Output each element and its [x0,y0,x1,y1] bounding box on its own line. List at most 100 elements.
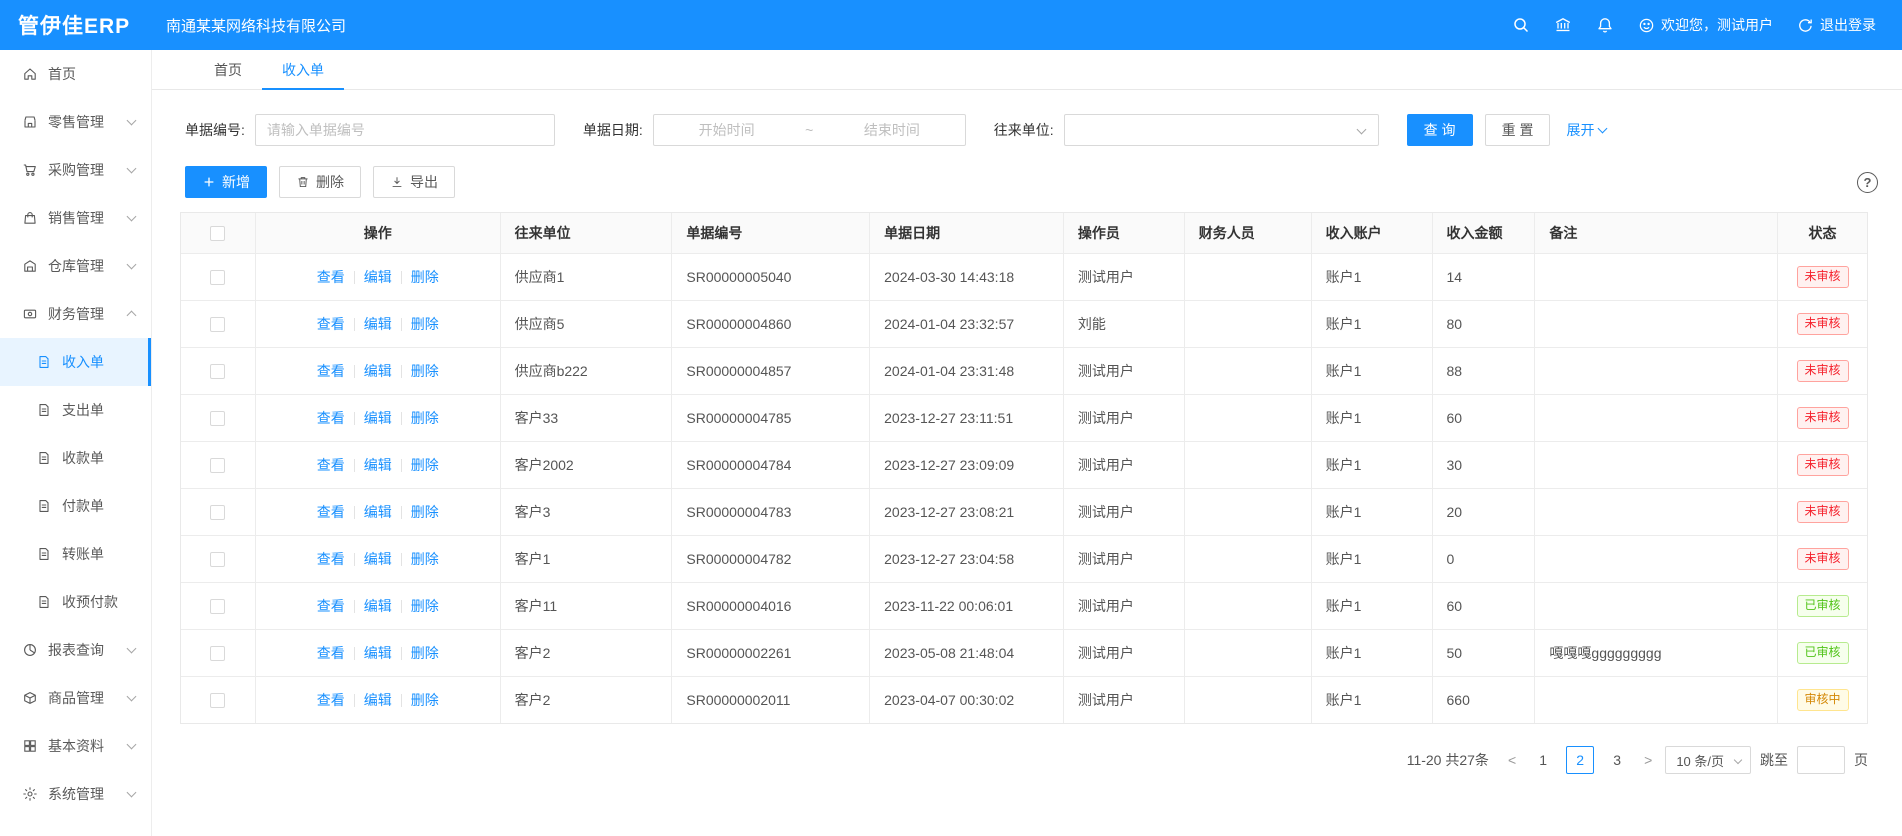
help-icon[interactable]: ? [1857,172,1878,193]
page-button-2-current[interactable]: 2 [1566,746,1594,774]
search-button[interactable]: 查 询 [1407,114,1473,146]
row-checkbox[interactable] [210,505,225,520]
view-link[interactable]: 查看 [317,690,345,710]
add-button[interactable]: 新增 [185,166,267,198]
delete-button[interactable]: 删除 [279,166,361,198]
partner-select[interactable] [1064,114,1379,146]
status-badge: 未审核 [1797,360,1849,382]
row-checkbox[interactable] [210,364,225,379]
doc-no-input[interactable] [255,114,555,146]
view-link[interactable]: 查看 [317,643,345,663]
divider [354,600,355,613]
bell-icon[interactable] [1596,16,1614,34]
cell-account: 账户1 [1312,583,1433,629]
edit-link[interactable]: 编辑 [364,361,392,381]
date-start-input[interactable] [662,122,792,138]
view-link[interactable]: 查看 [317,408,345,428]
row-checkbox[interactable] [210,458,225,473]
view-link[interactable]: 查看 [317,361,345,381]
tab-home[interactable]: 首页 [194,50,262,89]
cell-date: 2023-12-27 23:04:58 [870,536,1064,582]
sidebar-item-label: 收款单 [62,448,104,468]
edit-link[interactable]: 编辑 [364,643,392,663]
edit-link[interactable]: 编辑 [364,408,392,428]
search-icon[interactable] [1512,16,1530,34]
status-badge: 已审核 [1797,642,1849,664]
money-icon [22,306,38,322]
divider [354,318,355,331]
cell-account: 账户1 [1312,442,1433,488]
row-checkbox[interactable] [210,317,225,332]
page-button-1[interactable]: 1 [1529,746,1557,774]
jump-page-input[interactable] [1797,746,1845,774]
delete-link[interactable]: 删除 [411,690,439,710]
edit-link[interactable]: 编辑 [364,690,392,710]
delete-link[interactable]: 删除 [411,549,439,569]
sidebar-item-retail[interactable]: 零售管理 [0,98,151,146]
row-checkbox[interactable] [210,552,225,567]
cell-remark [1535,254,1778,300]
export-button[interactable]: 导出 [373,166,455,198]
sidebar-item-system[interactable]: 系统管理 [0,770,151,818]
tab-income-doc[interactable]: 收入单 [262,50,344,89]
sidebar-item-finance[interactable]: 财务管理 [0,290,151,338]
expand-link[interactable]: 展开 [1566,120,1606,140]
row-checkbox[interactable] [210,646,225,661]
sidebar-item-transfer-doc[interactable]: 转账单 [0,530,151,578]
row-checkbox[interactable] [210,270,225,285]
sidebar-item-reports[interactable]: 报表查询 [0,626,151,674]
cell-account: 账户1 [1312,301,1433,347]
reset-button[interactable]: 重 置 [1485,114,1551,146]
sidebar-item-label: 付款单 [62,496,104,516]
sidebar-item-goods[interactable]: 商品管理 [0,674,151,722]
delete-link[interactable]: 删除 [411,408,439,428]
delete-link[interactable]: 删除 [411,267,439,287]
sidebar-item-expense-doc[interactable]: 支出单 [0,386,151,434]
view-link[interactable]: 查看 [317,267,345,287]
view-link[interactable]: 查看 [317,455,345,475]
sidebar-item-income-doc[interactable]: 收入单 [0,338,151,386]
delete-link[interactable]: 删除 [411,596,439,616]
delete-link[interactable]: 删除 [411,455,439,475]
sidebar-item-receipt-doc[interactable]: 收款单 [0,434,151,482]
next-page-icon[interactable]: > [1640,752,1656,768]
page-size-select[interactable]: 10 条/页 [1665,746,1751,774]
row-checkbox[interactable] [210,599,225,614]
sidebar-item-warehouse[interactable]: 仓库管理 [0,242,151,290]
delete-link[interactable]: 删除 [411,502,439,522]
prev-page-icon[interactable]: < [1504,752,1520,768]
row-actions: 查看 编辑 删除 [256,536,501,582]
bank-icon[interactable] [1554,16,1572,34]
edit-link[interactable]: 编辑 [364,549,392,569]
edit-link[interactable]: 编辑 [364,314,392,334]
edit-link[interactable]: 编辑 [364,596,392,616]
view-link[interactable]: 查看 [317,549,345,569]
user-welcome[interactable]: 欢迎您，测试用户 [1638,15,1773,35]
select-all-checkbox[interactable] [210,226,225,241]
delete-link[interactable]: 删除 [411,314,439,334]
view-link[interactable]: 查看 [317,502,345,522]
sidebar-item-home[interactable]: 首页 [0,50,151,98]
sidebar-item-purchase[interactable]: 采购管理 [0,146,151,194]
page-button-3[interactable]: 3 [1603,746,1631,774]
table-row: 查看 编辑 删除 供应商1 SR00000005040 2024-03-30 1… [181,253,1867,300]
sidebar-item-payment-doc[interactable]: 付款单 [0,482,151,530]
edit-link[interactable]: 编辑 [364,267,392,287]
sidebar-item-sales[interactable]: 销售管理 [0,194,151,242]
view-link[interactable]: 查看 [317,314,345,334]
cell-status: 已审核 [1778,630,1867,676]
delete-link[interactable]: 删除 [411,643,439,663]
sidebar-item-basic-data[interactable]: 基本资料 [0,722,151,770]
view-link[interactable]: 查看 [317,596,345,616]
row-checkbox[interactable] [210,693,225,708]
date-range-picker[interactable]: ~ [653,114,966,146]
delete-link[interactable]: 删除 [411,361,439,381]
cell-status: 未审核 [1778,536,1867,582]
edit-link[interactable]: 编辑 [364,502,392,522]
logout-button[interactable]: 退出登录 [1797,15,1876,35]
edit-link[interactable]: 编辑 [364,455,392,475]
sidebar-item-prepaid-doc[interactable]: 收预付款 [0,578,151,626]
table-row: 查看 编辑 删除 客户11 SR00000004016 2023-11-22 0… [181,582,1867,629]
row-checkbox[interactable] [210,411,225,426]
date-end-input[interactable] [827,122,957,138]
